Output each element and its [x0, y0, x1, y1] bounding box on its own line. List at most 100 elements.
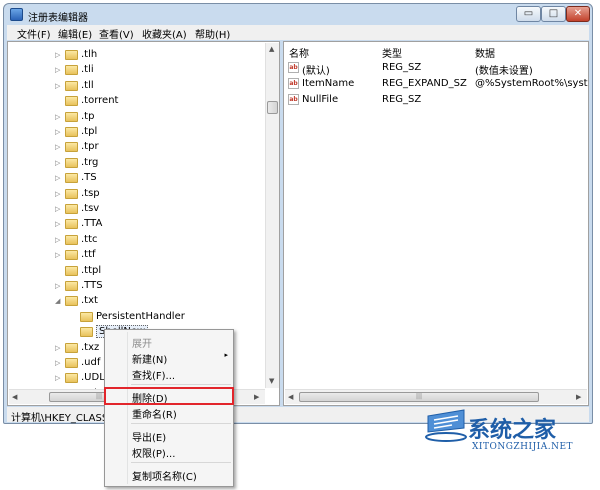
expand-toggle-icon[interactable]: ▷ — [55, 236, 63, 244]
context-rename[interactable]: 重命名(R) — [132, 406, 232, 422]
folder-icon — [65, 157, 78, 168]
tree-item-label: .tsv — [81, 203, 100, 214]
value-row[interactable]: ab ItemName REG_EXPAND_SZ @%SystemRoot%\sys… — [288, 77, 588, 92]
expand-toggle-icon[interactable]: ▷ — [55, 282, 63, 290]
value-data: (数值未设置) — [475, 66, 533, 77]
menu-favorites[interactable]: 收藏夹(A) — [142, 26, 187, 41]
expand-toggle-icon[interactable]: ▷ — [55, 374, 63, 382]
status-path: 计算机\HKEY_CLASSE — [11, 413, 115, 424]
window-title: 注册表编辑器 — [28, 13, 88, 24]
menu-edit[interactable]: 编辑(E) — [58, 26, 92, 41]
tree-item-label: .txt — [81, 295, 98, 307]
folder-icon — [65, 342, 78, 353]
tree-item-label: .tsp — [81, 187, 100, 199]
tree-item-label: .ttf — [81, 249, 96, 261]
expand-toggle-icon[interactable]: ▷ — [55, 174, 63, 182]
submenu-arrow-icon: ▸ — [224, 351, 228, 359]
tree-item-label: .TS — [81, 172, 97, 184]
expand-toggle-icon[interactable]: ▷ — [55, 190, 63, 198]
context-copy-key-name[interactable]: 复制项名称(C) — [132, 468, 232, 484]
folder-icon — [80, 311, 93, 322]
context-new[interactable]: 新建(N) ▸ — [132, 351, 232, 367]
folder-icon — [65, 127, 78, 137]
menu-separator — [131, 384, 231, 385]
expand-toggle-icon[interactable]: ▷ — [55, 113, 63, 121]
expand-toggle-icon[interactable]: ▷ — [55, 205, 63, 213]
watermark-logo — [425, 409, 467, 442]
value-data: @%SystemRoot%\system3 — [475, 78, 588, 89]
menu-gutter — [127, 332, 128, 484]
watermark-text: 系统之家 — [468, 418, 557, 443]
folder-icon — [65, 250, 78, 261]
folder-icon — [65, 219, 78, 230]
menu-help[interactable]: 帮助(H) — [195, 26, 230, 41]
scroll-down-arrow[interactable]: ▼ — [269, 377, 274, 385]
folder-icon — [80, 327, 93, 338]
folder-icon — [65, 296, 78, 307]
delete-highlight-box — [104, 387, 234, 405]
scroll-up-arrow[interactable]: ▲ — [269, 45, 274, 53]
tree-item-label: .tll — [81, 79, 94, 91]
menu-separator — [131, 423, 231, 424]
context-permissions-label: 权限(P)... — [132, 449, 176, 460]
folder-icon — [65, 204, 78, 214]
menu-view[interactable]: 查看(V) — [99, 26, 134, 41]
tree-item-label: .udf — [81, 357, 101, 368]
folder-icon — [65, 234, 78, 245]
close-button[interactable]: ✕ — [566, 6, 590, 22]
value-type: REG_SZ — [382, 62, 422, 73]
expand-toggle-icon[interactable]: ◢ — [55, 297, 63, 305]
column-header-type[interactable]: 类型 — [382, 45, 402, 60]
expand-toggle-icon[interactable]: ▷ — [55, 128, 63, 136]
expand-toggle-icon[interactable]: ▷ — [55, 159, 63, 167]
context-menu: 展开 新建(N) ▸ 查找(F)... 删除(D) 重命名(R) 导出(E) 权限… — [104, 329, 234, 487]
value-name: NullFile — [302, 94, 339, 105]
context-find-label: 查找(F)... — [132, 371, 176, 382]
context-copy-key-name-label: 复制项名称(C) — [132, 472, 197, 483]
value-row[interactable]: ab (默认) REG_SZ (数值未设置) — [288, 61, 588, 77]
value-type: REG_SZ — [382, 94, 422, 105]
tree-item-label: .tlh — [81, 49, 98, 60]
values-pane[interactable]: 名称 类型 数据 ab (默认) REG_SZ (数值未设置) ab ItemName RE… — [283, 41, 589, 406]
watermark-url: XITONGZHIJIA.NET — [472, 442, 574, 452]
tree-item-label: .TTS — [81, 280, 103, 291]
tree-item-label: .txz — [81, 341, 100, 353]
menu-file[interactable]: 文件(F) — [17, 26, 51, 41]
column-header-name[interactable]: 名称 — [289, 45, 309, 60]
tree-vertical-scrollbar[interactable]: ▲ ▼ — [265, 43, 279, 388]
scroll-left-arrow[interactable]: ◀ — [288, 393, 293, 401]
context-new-label: 新建(N) — [132, 355, 168, 366]
minimize-button[interactable]: ▭ — [516, 6, 541, 22]
scroll-left-arrow[interactable]: ◀ — [12, 393, 17, 401]
expand-toggle-icon[interactable]: ▷ — [55, 359, 63, 367]
scroll-thumb[interactable] — [267, 101, 278, 114]
value-row[interactable]: ab NullFile REG_SZ — [288, 93, 588, 108]
context-export-label: 导出(E) — [132, 433, 167, 444]
string-value-icon: ab — [288, 78, 299, 89]
folder-icon — [65, 65, 78, 76]
tree-item-label: .tpl — [81, 126, 98, 137]
expand-toggle-icon[interactable]: ▷ — [55, 220, 63, 228]
registry-editor-window: 注册表编辑器 ▭ □ ✕ 文件(F) 编辑(E) 查看(V) 收藏夹(A) 帮助… — [3, 3, 593, 424]
tree-item-label: .torrent — [81, 95, 119, 107]
expand-toggle-icon[interactable]: ▷ — [55, 82, 63, 90]
expand-toggle-icon[interactable]: ▷ — [55, 51, 63, 59]
menu-bar: 文件(F) 编辑(E) 查看(V) 收藏夹(A) 帮助(H) — [7, 25, 589, 41]
context-find[interactable]: 查找(F)... — [132, 367, 232, 383]
expand-toggle-icon[interactable]: ▷ — [55, 66, 63, 74]
context-export[interactable]: 导出(E) — [132, 429, 232, 445]
expand-toggle-icon[interactable]: ▷ — [55, 143, 63, 151]
tree-item-label: .tpr — [81, 141, 99, 153]
maximize-button[interactable]: □ — [541, 6, 566, 22]
scroll-right-arrow[interactable]: ▶ — [254, 393, 259, 401]
folder-icon — [65, 142, 78, 153]
string-value-icon: ab — [288, 94, 299, 105]
column-header-data[interactable]: 数据 — [475, 45, 495, 60]
expand-toggle-icon[interactable]: ▷ — [55, 344, 63, 352]
folder-icon — [65, 111, 78, 122]
watermark: 系统之家 XITONGZHIJIA.NET — [424, 400, 600, 470]
context-permissions[interactable]: 权限(P)... — [132, 445, 232, 461]
folder-icon — [65, 358, 78, 368]
menu-separator — [131, 462, 231, 463]
expand-toggle-icon[interactable]: ▷ — [55, 251, 63, 259]
